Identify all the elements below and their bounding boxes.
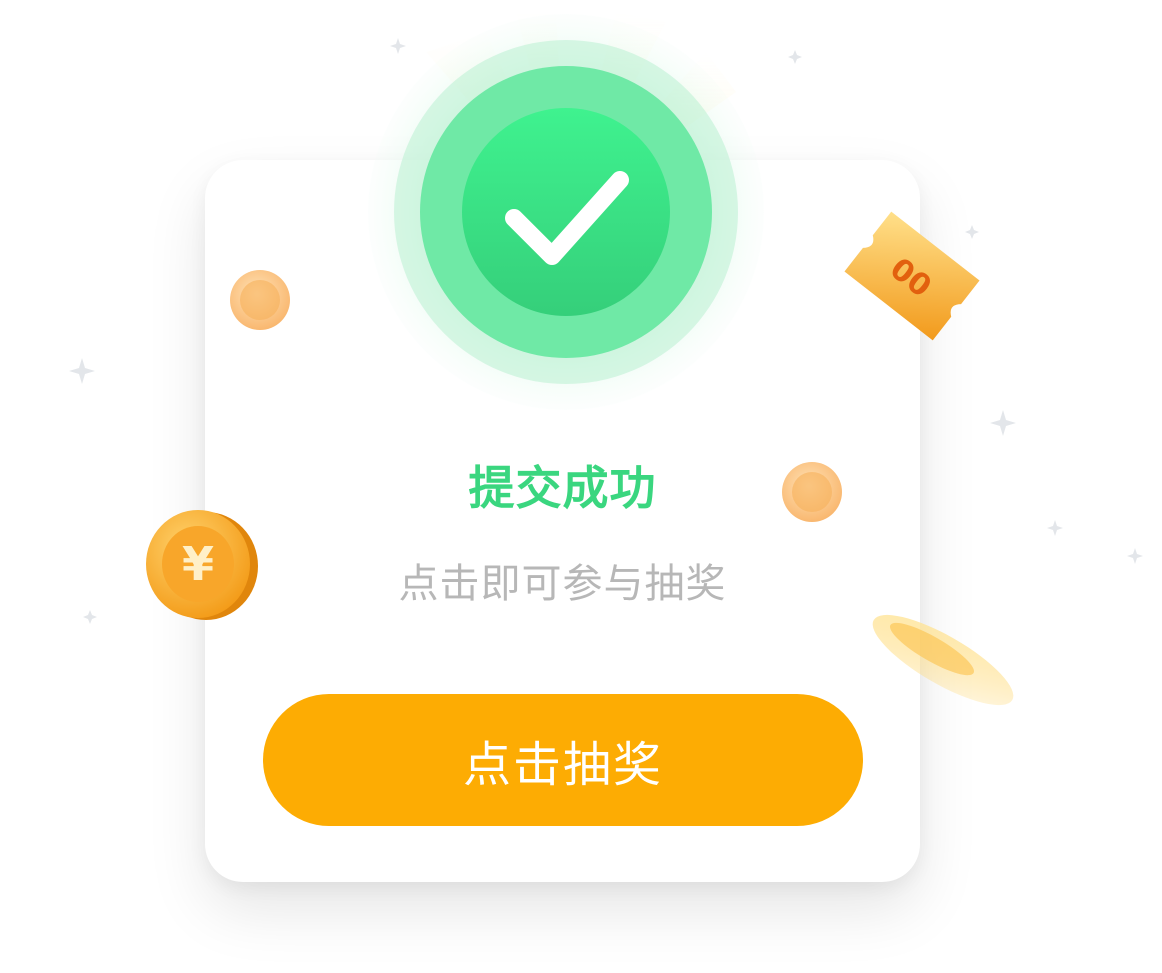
sparkle-icon xyxy=(990,410,1016,436)
ticket-icon: 00 xyxy=(844,211,980,341)
blurred-coin-icon xyxy=(872,614,1014,706)
sparkle-icon xyxy=(1047,520,1063,536)
sparkle-icon xyxy=(788,50,802,64)
hint-text: 点击即可参与抽奖 xyxy=(398,561,727,607)
success-badge xyxy=(368,12,764,410)
small-coin-icon xyxy=(230,270,290,330)
sparkle-icon xyxy=(1127,548,1143,564)
sparkle-icon xyxy=(69,358,95,384)
success-title: 提交成功 xyxy=(468,461,657,515)
success-dialog-screen: ¥ 00 提交成功 点击即可参与抽奖 点击抽奖 xyxy=(0,0,1162,973)
draw-lottery-button[interactable]: 点击抽奖 xyxy=(263,694,863,826)
sparkle-icon xyxy=(83,610,97,624)
